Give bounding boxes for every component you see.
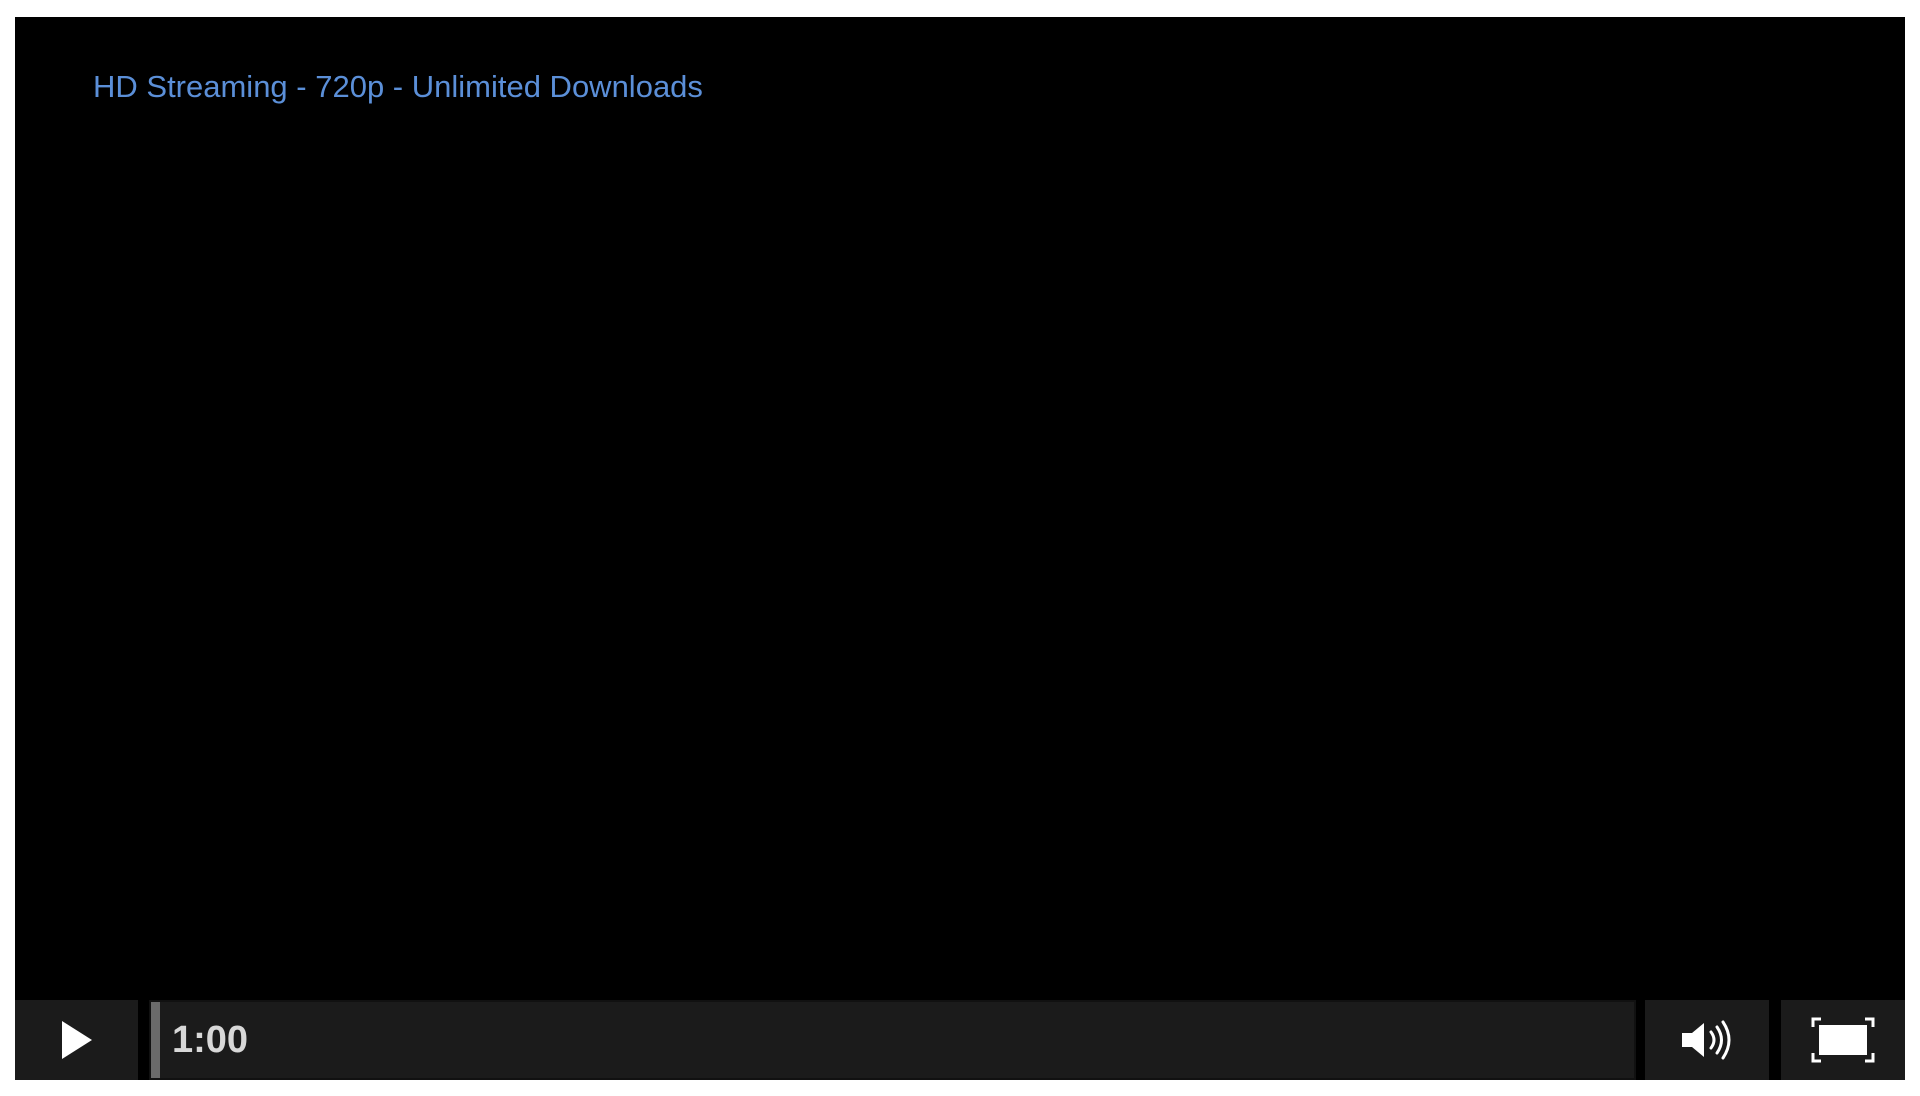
fullscreen-icon xyxy=(1811,1017,1875,1063)
control-bar: 1:00 xyxy=(15,1000,1905,1080)
progress-bar[interactable]: 1:00 xyxy=(149,1000,1636,1080)
fullscreen-button[interactable] xyxy=(1781,1000,1905,1080)
video-player[interactable]: HD Streaming - 720p - Unlimited Download… xyxy=(15,17,1905,1080)
play-icon xyxy=(60,1019,94,1061)
progress-fill xyxy=(151,1002,160,1078)
title-link[interactable]: HD Streaming - 720p - Unlimited Download… xyxy=(93,69,703,105)
play-button[interactable] xyxy=(15,1000,138,1080)
volume-button[interactable] xyxy=(1645,1000,1769,1080)
time-display: 1:00 xyxy=(172,1019,249,1061)
volume-icon xyxy=(1680,1019,1734,1061)
